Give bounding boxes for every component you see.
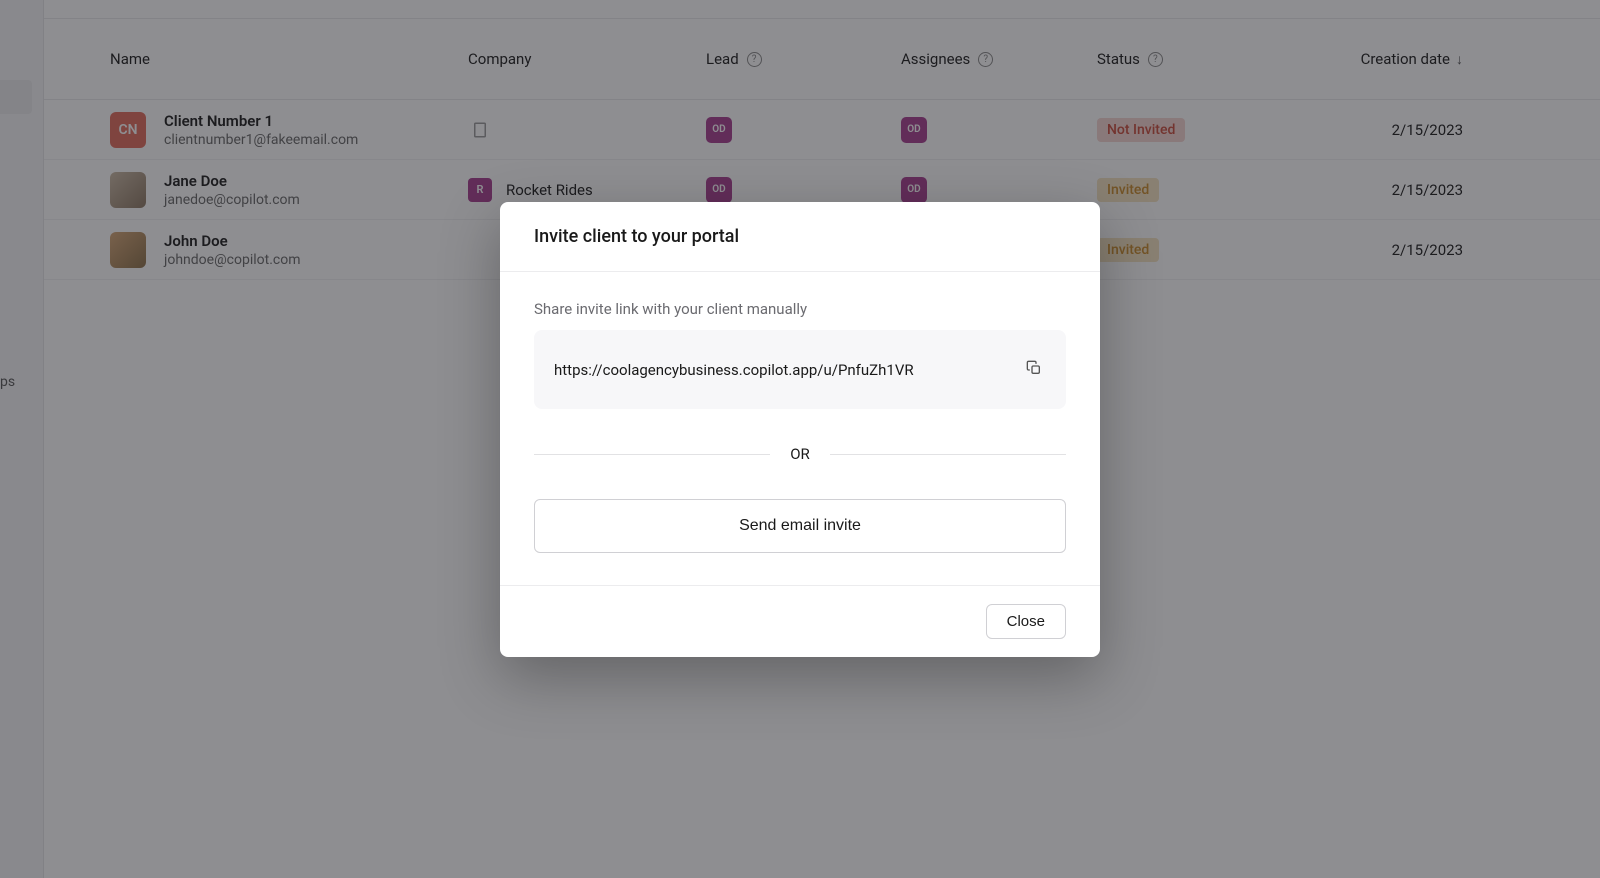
send-email-invite-button[interactable]: Send email invite: [534, 499, 1066, 553]
modal-header: Invite client to your portal: [500, 202, 1100, 272]
invite-link-box: https://coolagencybusiness.copilot.app/u…: [534, 330, 1066, 409]
divider-line: [534, 454, 770, 455]
copy-icon: [1026, 360, 1042, 376]
modal-title: Invite client to your portal: [534, 226, 1066, 247]
share-link-label: Share invite link with your client manua…: [534, 300, 1066, 318]
divider: OR: [534, 445, 1066, 463]
modal-body: Share invite link with your client manua…: [500, 272, 1100, 585]
modal-footer: Close: [500, 585, 1100, 657]
divider-text: OR: [790, 445, 810, 463]
modal-overlay[interactable]: Invite client to your portal Share invit…: [0, 0, 1600, 878]
invite-client-modal: Invite client to your portal Share invit…: [500, 202, 1100, 657]
copy-link-button[interactable]: [1022, 356, 1046, 383]
close-button[interactable]: Close: [986, 604, 1066, 639]
divider-line: [830, 454, 1066, 455]
invite-link-text: https://coolagencybusiness.copilot.app/u…: [554, 361, 914, 379]
